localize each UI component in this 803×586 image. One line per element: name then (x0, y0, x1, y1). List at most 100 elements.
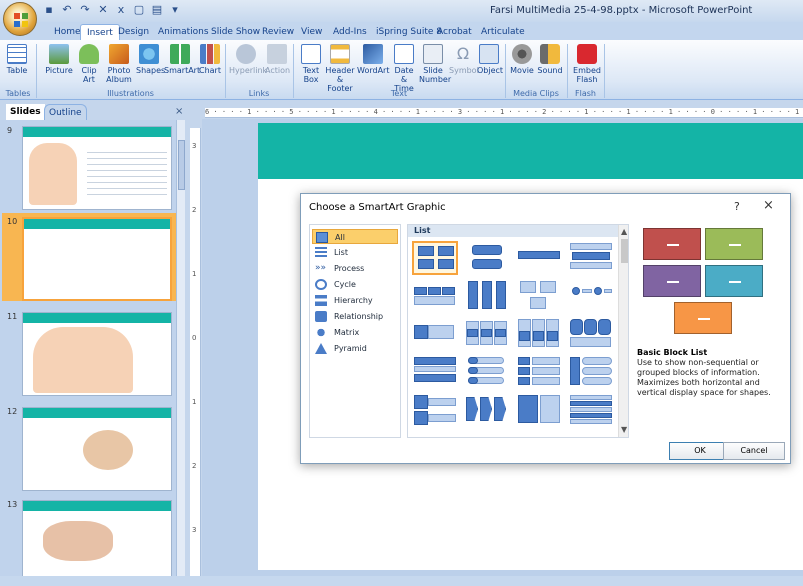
layout-icon[interactable]: ▤ (150, 3, 164, 17)
slide-number: 13 (7, 500, 18, 509)
photo-album-label: Photo Album (106, 66, 132, 84)
slide-thumbnail[interactable] (22, 500, 172, 576)
save-icon[interactable]: ▪ (42, 3, 56, 17)
quick-access-toolbar: ▪ ↶ ↷ ✕ x ▢ ▤ ▾ (42, 3, 182, 17)
format-icon[interactable]: ✕ (96, 3, 110, 17)
tab-acrobat[interactable]: Acrobat (431, 24, 478, 40)
tab-outline[interactable]: Outline (44, 104, 87, 120)
shape-icon[interactable]: ▢ (132, 3, 146, 17)
clip-art-button[interactable]: Clip Art (78, 44, 100, 84)
layout-item[interactable] (464, 355, 510, 389)
layout-item[interactable] (464, 241, 510, 275)
pane-tabs: Slides Outline (0, 104, 185, 120)
slide-title-band (258, 123, 803, 179)
category-matrix[interactable]: Matrix (312, 325, 398, 340)
layout-item[interactable] (516, 393, 562, 427)
close-pane-icon[interactable]: × (175, 106, 183, 117)
table-button[interactable]: Table (4, 44, 30, 75)
preview-block (674, 302, 732, 334)
hyperlink-button[interactable]: Hyperlink (229, 44, 267, 75)
layout-basic-block-list[interactable] (412, 241, 458, 275)
picture-button[interactable]: Picture (44, 44, 74, 75)
list-icon (315, 247, 327, 258)
office-button[interactable] (3, 2, 37, 36)
slide-thumbnail[interactable] (22, 407, 172, 491)
matrix-icon (315, 327, 327, 338)
tab-design[interactable]: Design (112, 24, 155, 40)
customize-qat-icon[interactable]: ▾ (168, 3, 182, 17)
category-all[interactable]: All (312, 229, 398, 244)
close-icon[interactable]: × (763, 198, 774, 213)
shapes-button[interactable]: Shapes (136, 44, 165, 75)
layout-item[interactable] (516, 241, 562, 275)
category-label: Matrix (334, 328, 360, 337)
layout-item[interactable] (412, 355, 458, 389)
cancel-button[interactable]: Cancel (723, 442, 785, 460)
layout-item[interactable] (516, 317, 562, 351)
gallery-scrollbar[interactable]: ▲ ▼ (618, 225, 628, 437)
preview-title: Basic Block List (637, 348, 708, 357)
layout-item[interactable] (464, 393, 510, 427)
ok-button[interactable]: OK (669, 442, 731, 460)
ruler-mark: 3 (192, 526, 197, 534)
layout-item[interactable] (568, 317, 614, 351)
help-icon[interactable]: ? (734, 200, 740, 213)
action-button[interactable]: Action (265, 44, 290, 75)
layout-item[interactable] (568, 241, 614, 275)
layout-item[interactable] (464, 279, 510, 313)
layout-item[interactable] (516, 279, 562, 313)
movie-icon (512, 44, 532, 64)
scroll-up-icon[interactable]: ▲ (621, 227, 627, 236)
tab-review[interactable]: Review (256, 24, 300, 40)
header-footer-icon (330, 44, 350, 64)
category-process[interactable]: »» Process (312, 261, 398, 276)
layout-item[interactable] (516, 355, 562, 389)
slide-title-bar (24, 219, 170, 229)
slide-thumbnail[interactable] (22, 312, 172, 396)
embed-flash-button[interactable]: Embed Flash (573, 44, 601, 84)
superscript-icon[interactable]: x (114, 3, 128, 17)
tab-slides[interactable]: Slides (6, 104, 45, 120)
symbol-button[interactable]: Ω Symbol (449, 44, 479, 75)
slide-thumbnail-selected[interactable] (22, 217, 172, 301)
category-list-item[interactable]: List (312, 245, 398, 260)
redo-icon[interactable]: ↷ (78, 3, 92, 17)
scrollbar-thumb[interactable] (178, 140, 185, 190)
category-cycle[interactable]: Cycle (312, 277, 398, 292)
text-box-button[interactable]: Text Box (299, 44, 323, 84)
date-time-button[interactable]: Date & Time (391, 44, 417, 93)
group-label-text: Text (390, 89, 408, 98)
slide-number-button[interactable]: Slide Number (419, 44, 451, 84)
object-button[interactable]: Object (477, 44, 503, 75)
category-hierarchy[interactable]: Hierarchy (312, 293, 398, 308)
tab-articulate[interactable]: Articulate (475, 24, 531, 40)
layout-item[interactable] (568, 279, 614, 313)
chart-button[interactable]: Chart (198, 44, 222, 75)
tab-view[interactable]: View (295, 24, 328, 40)
smartart-button[interactable]: SmartArt (164, 44, 200, 75)
all-icon (316, 232, 328, 243)
category-pyramid[interactable]: Pyramid (312, 341, 398, 356)
vertical-ruler: 3 2 1 0 1 2 3 (190, 128, 201, 578)
undo-icon[interactable]: ↶ (60, 3, 74, 17)
slides-pane-scrollbar[interactable] (176, 120, 185, 576)
hierarchy-icon (315, 295, 327, 306)
photo-album-button[interactable]: Photo Album (104, 44, 134, 84)
layout-item[interactable] (412, 393, 458, 427)
layout-item[interactable] (412, 279, 458, 313)
slide-number-icon (423, 44, 443, 64)
slide-thumbnail[interactable] (22, 126, 172, 210)
layout-item[interactable] (568, 393, 614, 427)
header-footer-button[interactable]: Header & Footer (325, 44, 355, 93)
tab-add-ins[interactable]: Add-Ins (327, 24, 373, 40)
scrollbar-thumb[interactable] (621, 239, 628, 263)
layout-item[interactable] (412, 317, 458, 351)
layout-item[interactable] (464, 317, 510, 351)
layout-item[interactable] (568, 355, 614, 389)
scroll-down-icon[interactable]: ▼ (621, 425, 627, 434)
movie-button[interactable]: Movie (509, 44, 535, 75)
sound-button[interactable]: Sound (537, 44, 563, 75)
category-relationship[interactable]: Relationship (312, 309, 398, 324)
slides-pane[interactable]: 9 10 11 12 13 (0, 120, 176, 576)
wordart-button[interactable]: WordArt (357, 44, 389, 75)
